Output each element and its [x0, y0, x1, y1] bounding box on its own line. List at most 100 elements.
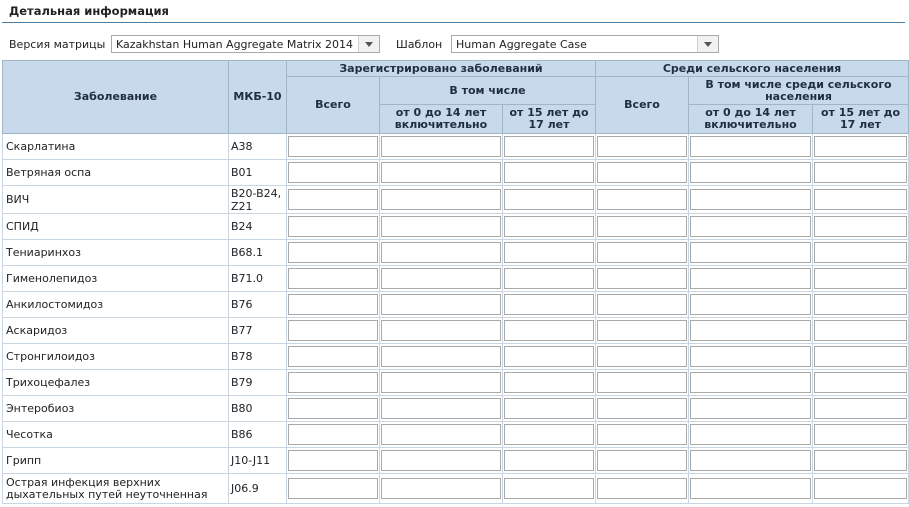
age-15-17-input[interactable]: [504, 294, 595, 315]
age-0-14-input[interactable]: [381, 216, 501, 237]
rural-age-15-17-input[interactable]: [814, 424, 908, 445]
rural-age-0-14-input[interactable]: [690, 294, 812, 315]
rural-age-15-17-input[interactable]: [814, 242, 908, 263]
rural-total-input[interactable]: [597, 162, 688, 183]
rural-total-input[interactable]: [597, 450, 688, 471]
rural-total-input[interactable]: [597, 136, 688, 157]
rural-age-0-14-input[interactable]: [690, 450, 812, 471]
rural-total-input[interactable]: [597, 398, 688, 419]
rural-age-0-14-input[interactable]: [690, 189, 812, 210]
cell-age-15-17: [501, 239, 597, 266]
age-15-17-input[interactable]: [504, 478, 595, 499]
rural-age-15-17-input[interactable]: [814, 268, 908, 289]
age-0-14-input[interactable]: [381, 242, 501, 263]
chevron-down-icon[interactable]: [697, 36, 718, 52]
age-15-17-input[interactable]: [504, 450, 595, 471]
age-15-17-input[interactable]: [504, 216, 595, 237]
age-0-14-input[interactable]: [381, 189, 501, 210]
rural-age-0-14-input[interactable]: [690, 346, 812, 367]
rural-total-input[interactable]: [597, 424, 688, 445]
rural-age-15-17-input[interactable]: [814, 136, 908, 157]
total-input[interactable]: [288, 450, 378, 471]
age-15-17-input[interactable]: [504, 398, 595, 419]
age-15-17-input[interactable]: [504, 162, 595, 183]
age-0-14-input[interactable]: [381, 398, 501, 419]
total-input[interactable]: [288, 320, 378, 341]
rural-age-15-17-input[interactable]: [814, 450, 908, 471]
age-0-14-input[interactable]: [381, 478, 501, 499]
total-input[interactable]: [288, 216, 378, 237]
rural-total-input[interactable]: [597, 294, 688, 315]
total-input[interactable]: [288, 136, 378, 157]
age-0-14-input[interactable]: [381, 372, 501, 393]
rural-age-0-14-input[interactable]: [690, 398, 812, 419]
age-0-14-input[interactable]: [381, 162, 501, 183]
template-select[interactable]: Human Aggregate Case: [451, 35, 719, 53]
total-input[interactable]: [288, 478, 378, 499]
rural-age-0-14-input[interactable]: [690, 162, 812, 183]
rural-total-input[interactable]: [597, 478, 688, 499]
rural-age-0-14-input[interactable]: [690, 372, 812, 393]
total-input[interactable]: [288, 242, 378, 263]
rural-total-input[interactable]: [597, 216, 688, 237]
rural-total-input[interactable]: [597, 242, 688, 263]
rural-age-15-17-input[interactable]: [814, 372, 908, 393]
rural-age-15-17-input[interactable]: [814, 189, 908, 210]
rural-age-15-17-input[interactable]: [814, 320, 908, 341]
cell-rural-age-15-17: [812, 473, 909, 504]
age-15-17-input[interactable]: [504, 424, 595, 445]
age-0-14-input[interactable]: [381, 268, 501, 289]
rural-age-0-14-input[interactable]: [690, 216, 812, 237]
rural-total-input[interactable]: [597, 346, 688, 367]
total-input[interactable]: [288, 398, 378, 419]
total-input[interactable]: [288, 162, 378, 183]
rural-age-0-14-input[interactable]: [690, 268, 812, 289]
cell-age-0-14: [379, 265, 503, 292]
chevron-down-icon[interactable]: [358, 36, 379, 52]
rural-age-15-17-input[interactable]: [814, 478, 908, 499]
cell-total: [286, 343, 380, 370]
total-input[interactable]: [288, 294, 378, 315]
total-input[interactable]: [288, 268, 378, 289]
age-15-17-input[interactable]: [504, 346, 595, 367]
disease-name: Стронгилоидоз: [2, 343, 229, 370]
cell-age-15-17: [501, 421, 597, 448]
rural-age-0-14-input[interactable]: [690, 424, 812, 445]
cell-age-0-14: [379, 239, 503, 266]
age-15-17-input[interactable]: [504, 320, 595, 341]
rural-age-15-17-input[interactable]: [814, 216, 908, 237]
rural-age-0-14-input[interactable]: [690, 478, 812, 499]
matrix-version-select[interactable]: Kazakhstan Human Aggregate Matrix 2014: [111, 35, 380, 53]
rural-total-input[interactable]: [597, 320, 688, 341]
rural-age-0-14-input[interactable]: [690, 320, 812, 341]
age-0-14-input[interactable]: [381, 346, 501, 367]
rural-total-input[interactable]: [597, 268, 688, 289]
disease-name: Аскаридоз: [2, 317, 229, 344]
cell-rural-age-15-17: [812, 291, 909, 318]
total-input[interactable]: [288, 189, 378, 210]
rural-age-0-14-input[interactable]: [690, 136, 812, 157]
rural-age-0-14-input[interactable]: [690, 242, 812, 263]
rural-age-15-17-input[interactable]: [814, 162, 908, 183]
age-0-14-input[interactable]: [381, 450, 501, 471]
total-input[interactable]: [288, 424, 378, 445]
icd-code: B71.0: [228, 265, 287, 292]
age-0-14-input[interactable]: [381, 136, 501, 157]
age-15-17-input[interactable]: [504, 189, 595, 210]
age-15-17-input[interactable]: [504, 136, 595, 157]
total-input[interactable]: [288, 372, 378, 393]
rural-age-15-17-input[interactable]: [814, 398, 908, 419]
age-15-17-input[interactable]: [504, 242, 595, 263]
age-0-14-input[interactable]: [381, 320, 501, 341]
rural-total-input[interactable]: [597, 372, 688, 393]
rural-age-15-17-input[interactable]: [814, 346, 908, 367]
age-15-17-input[interactable]: [504, 268, 595, 289]
cell-rural-total: [595, 343, 690, 370]
age-0-14-input[interactable]: [381, 424, 501, 445]
total-input[interactable]: [288, 346, 378, 367]
rural-total-input[interactable]: [597, 189, 688, 210]
cell-total: [286, 159, 380, 186]
age-15-17-input[interactable]: [504, 372, 595, 393]
rural-age-15-17-input[interactable]: [814, 294, 908, 315]
age-0-14-input[interactable]: [381, 294, 501, 315]
